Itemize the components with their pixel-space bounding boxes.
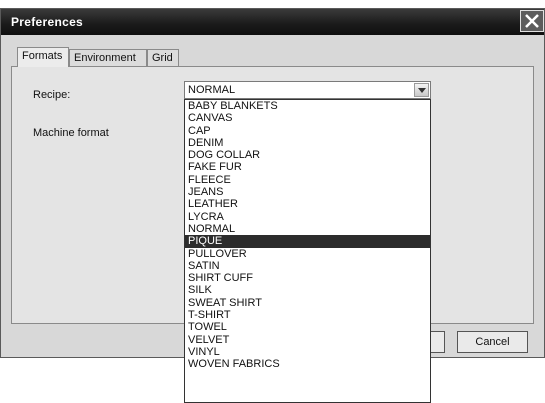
close-icon (525, 14, 539, 28)
title-bar: Preferences (1, 9, 544, 35)
recipe-option[interactable]: CAP (185, 125, 430, 137)
recipe-option[interactable]: T-SHIRT (185, 309, 430, 321)
recipe-option[interactable]: FAKE FUR (185, 161, 430, 173)
tab-grid[interactable]: Grid (147, 49, 179, 66)
recipe-option[interactable]: NORMAL (185, 223, 430, 235)
close-button[interactable] (520, 10, 544, 32)
recipe-option[interactable]: JEANS (185, 186, 430, 198)
recipe-option[interactable]: SILK (185, 284, 430, 296)
recipe-option[interactable]: DENIM (185, 137, 430, 149)
recipe-option[interactable]: CANVAS (185, 112, 430, 124)
recipe-dropdown-button[interactable] (414, 83, 429, 97)
chevron-down-icon (418, 88, 426, 93)
recipe-label: Recipe: (33, 89, 71, 101)
recipe-option[interactable]: VELVET (185, 334, 430, 346)
recipe-option[interactable]: WOVEN FABRICS (185, 358, 430, 370)
recipe-option[interactable]: TOWEL (185, 321, 430, 333)
recipe-selected-value: NORMAL (188, 84, 236, 96)
recipe-combobox[interactable]: NORMAL (184, 81, 431, 99)
machine-format-label: Machine format (33, 127, 109, 139)
recipe-option[interactable]: LYCRA (185, 211, 430, 223)
recipe-option[interactable]: SWEAT SHIRT (185, 297, 430, 309)
cancel-button[interactable]: Cancel (457, 331, 528, 353)
recipe-option[interactable]: LEATHER (185, 198, 430, 210)
tab-environment[interactable]: Environment (69, 49, 147, 66)
recipe-option[interactable]: FLEECE (185, 174, 430, 186)
recipe-option[interactable]: SATIN (185, 260, 430, 272)
recipe-option[interactable]: DOG COLLAR (185, 149, 430, 161)
recipe-option[interactable]: PIQUE (185, 235, 430, 248)
tab-formats[interactable]: Formats (17, 47, 69, 67)
recipe-option[interactable]: SHIRT CUFF (185, 272, 430, 284)
window-title: Preferences (11, 15, 84, 29)
recipe-option[interactable]: BABY BLANKETS (185, 100, 430, 112)
recipe-option[interactable]: PULLOVER (185, 248, 430, 260)
recipe-option[interactable]: VINYL (185, 346, 430, 358)
recipe-dropdown-list[interactable]: BABY BLANKETS CANVAS CAP DENIM DOG COLLAR FAK… (184, 99, 431, 403)
